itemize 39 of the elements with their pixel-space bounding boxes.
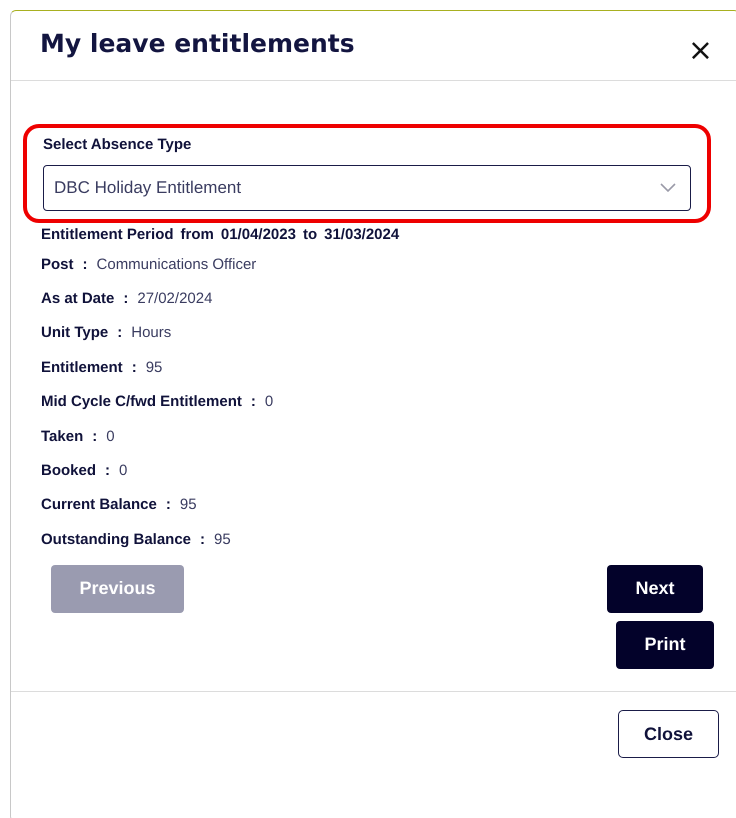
detail-label: Outstanding Balance: [41, 530, 192, 548]
detail-value: 27/02/2024: [137, 290, 212, 308]
separator: :: [132, 358, 137, 376]
detail-label: Booked: [41, 462, 96, 480]
detail-label: Taken: [41, 428, 84, 445]
detail-value: 0: [106, 428, 115, 445]
separator: :: [123, 290, 128, 308]
detail-value: 0: [119, 462, 128, 480]
action-button[interactable]: Next: [607, 564, 703, 613]
detail-label: As at Date: [41, 290, 114, 308]
dialog-title: My leave entitlements: [40, 29, 355, 58]
period-text: to: [302, 226, 318, 242]
separator: :: [250, 393, 256, 410]
detail-value: 95: [214, 530, 231, 548]
chevron-icon: [660, 183, 676, 193]
separator: :: [200, 530, 206, 548]
period-text: 31/03/2024: [324, 226, 400, 242]
separator: :: [117, 324, 122, 342]
detail-value: Communications Officer: [96, 256, 256, 273]
period-text: Entitlement Period: [41, 226, 174, 242]
detail-label: Unit Type: [41, 324, 108, 342]
detail-value: 0: [264, 393, 274, 410]
action-button[interactable]: Print: [616, 620, 714, 669]
detail-label: Mid Cycle C/fwd Entitlement: [41, 393, 242, 410]
separator: :: [105, 462, 110, 480]
absence-type-dropdown[interactable]: DBC Holiday Entitlement: [43, 165, 691, 211]
field-label: Select Absence Type: [43, 136, 192, 153]
period-text: 01/04/2023: [220, 226, 296, 242]
separator: :: [166, 496, 171, 514]
detail-label: Current Balance: [41, 496, 157, 514]
separator: :: [92, 428, 98, 445]
detail-value: 95: [146, 358, 162, 376]
detail-value: 95: [180, 496, 197, 514]
detail-label: Entitlement: [41, 358, 123, 376]
period-text: from: [180, 226, 214, 242]
detail-value: Hours: [131, 324, 172, 342]
close-button[interactable]: Close: [618, 710, 719, 758]
separator: :: [82, 256, 88, 273]
detail-label: Post: [41, 256, 74, 273]
